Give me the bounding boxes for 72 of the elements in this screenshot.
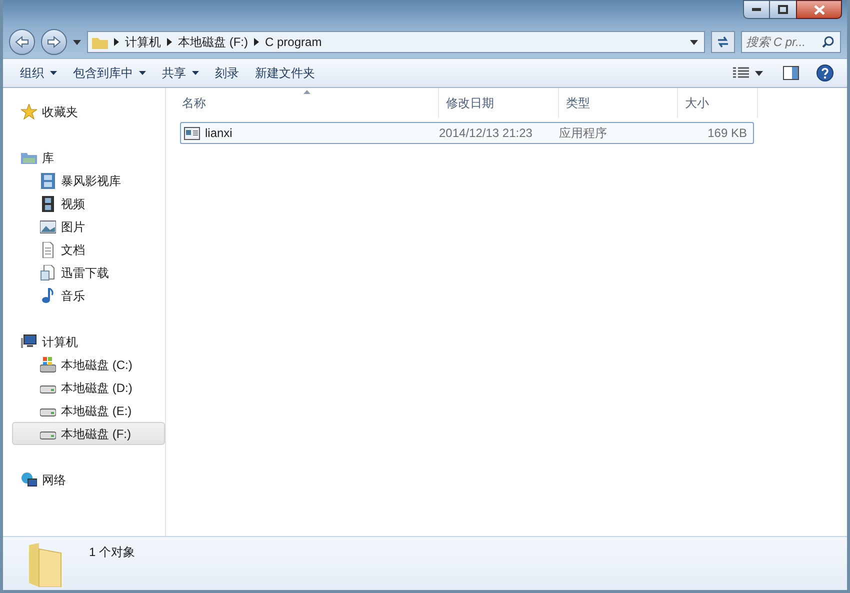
nav-item[interactable]: 本地磁盘 (E:) bbox=[12, 399, 165, 422]
drive-icon bbox=[40, 356, 56, 372]
back-arrow-icon bbox=[15, 36, 29, 48]
application-icon bbox=[184, 126, 200, 140]
nav-item[interactable]: 计算机 bbox=[3, 330, 165, 353]
preview-pane-icon bbox=[783, 66, 799, 80]
chevron-icon bbox=[114, 38, 119, 46]
search-field[interactable]: 搜索 C pr... bbox=[741, 31, 841, 53]
details-view-icon bbox=[733, 67, 749, 79]
nav-item[interactable]: 暴风影视库 bbox=[12, 169, 165, 192]
file-row[interactable]: lianxi 2014/12/13 21:23 应用程序 169 KB bbox=[180, 122, 754, 144]
file-size: 169 KB bbox=[706, 125, 747, 142]
nav-item[interactable]: 视频 bbox=[12, 192, 165, 215]
refresh-button[interactable] bbox=[711, 31, 735, 53]
caret-icon bbox=[192, 71, 199, 75]
film-icon bbox=[40, 196, 56, 212]
search-icon bbox=[822, 36, 834, 48]
image-icon bbox=[40, 218, 56, 234]
chevron-icon bbox=[254, 38, 259, 46]
file-date: 2014/12/13 21:23 bbox=[439, 125, 534, 142]
nav-item[interactable]: 文档 bbox=[12, 238, 165, 261]
document-icon bbox=[40, 264, 56, 280]
forward-button[interactable] bbox=[41, 29, 67, 55]
column-header[interactable]: 类型 bbox=[559, 88, 678, 118]
caret-icon bbox=[755, 70, 763, 76]
toolbar-button[interactable]: 新建文件夹 bbox=[248, 62, 322, 84]
maximize-icon bbox=[778, 5, 788, 14]
minimize-button[interactable] bbox=[743, 0, 770, 19]
sort-caret-icon bbox=[303, 90, 310, 94]
folder-icon bbox=[92, 36, 108, 48]
minimize-icon bbox=[752, 8, 761, 11]
close-icon bbox=[814, 4, 824, 14]
nav-item[interactable]: 本地磁盘 (D:) bbox=[12, 376, 165, 399]
nav-item[interactable]: 图片 bbox=[12, 215, 165, 238]
nav-item[interactable]: 迅雷下载 bbox=[12, 261, 165, 284]
close-button[interactable] bbox=[796, 0, 842, 19]
nav-item[interactable]: 收藏夹 bbox=[3, 100, 165, 123]
network-icon bbox=[21, 472, 37, 488]
nav-item[interactable]: 本地磁盘 (F:) bbox=[12, 422, 165, 445]
music-note-icon bbox=[40, 288, 56, 304]
history-caret-icon bbox=[73, 40, 81, 44]
file-name: lianxi bbox=[205, 125, 232, 142]
nav-item[interactable]: 库 bbox=[3, 146, 165, 169]
dropdown-caret-icon bbox=[690, 40, 698, 44]
document-icon bbox=[40, 242, 56, 258]
column-header[interactable]: 名称 bbox=[175, 88, 439, 118]
toolbar-button[interactable]: 组织 bbox=[13, 62, 64, 84]
computer-icon bbox=[21, 334, 37, 350]
video-library-icon bbox=[40, 172, 56, 188]
toolbar-button[interactable]: 刻录 bbox=[208, 62, 246, 84]
nav-item[interactable]: 本地磁盘 (C:) bbox=[12, 353, 165, 376]
column-header[interactable]: 大小 bbox=[678, 88, 758, 118]
forward-arrow-icon bbox=[47, 36, 61, 48]
chevron-icon bbox=[167, 38, 172, 46]
breadcrumb-item[interactable]: 本地磁盘 (F:) bbox=[178, 33, 248, 51]
nav-item[interactable]: 网络 bbox=[3, 468, 165, 491]
caret-icon bbox=[139, 71, 146, 75]
column-header[interactable]: 修改日期 bbox=[439, 88, 559, 118]
toolbar-button[interactable]: 共享 bbox=[155, 62, 206, 84]
maximize-button[interactable] bbox=[770, 0, 796, 19]
toolbar-button[interactable]: 包含到库中 bbox=[66, 62, 153, 84]
help-icon bbox=[816, 64, 834, 82]
nav-item[interactable]: 音乐 bbox=[12, 284, 165, 307]
address-bar[interactable]: 计算机 本地磁盘 (F:) C program bbox=[87, 31, 705, 53]
breadcrumb-item[interactable]: C program bbox=[265, 33, 322, 51]
file-type: 应用程序 bbox=[559, 125, 608, 142]
caret-icon bbox=[50, 71, 57, 75]
breadcrumb-item[interactable]: 计算机 bbox=[125, 33, 161, 51]
star-icon bbox=[21, 104, 37, 120]
back-button[interactable] bbox=[9, 29, 35, 55]
refresh-icon bbox=[716, 36, 730, 48]
status-text: 1 个对象 bbox=[89, 544, 136, 561]
